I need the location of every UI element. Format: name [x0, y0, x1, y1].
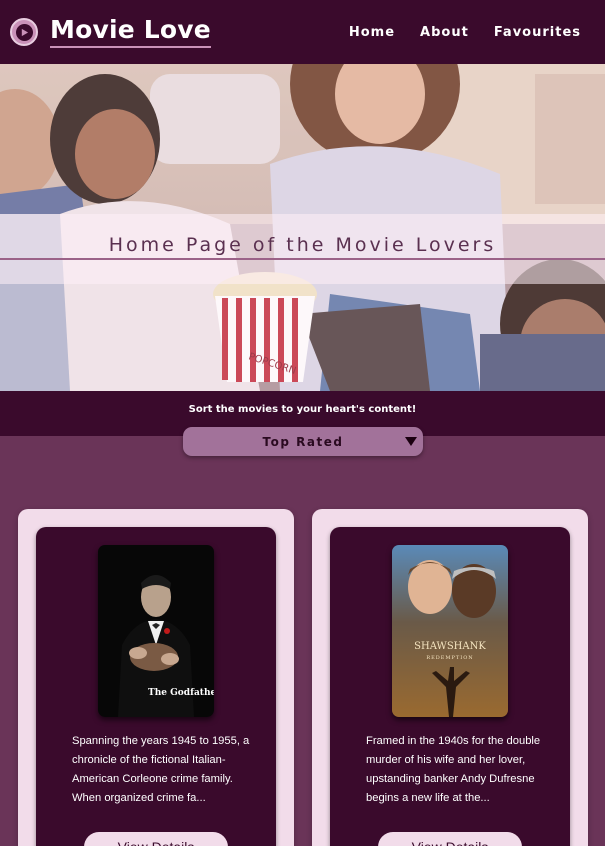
hero-banner: POPCORN Home Page of the Movie Lovers — [0, 64, 605, 391]
sort-label: Sort the movies to your heart's content! — [188, 404, 417, 415]
movie-description: Framed in the 1940s for the double murde… — [366, 735, 541, 804]
movie-card-body: The Godfather Spanning the years 1945 to… — [36, 527, 276, 846]
hero-divider — [0, 258, 605, 260]
nav-about-link[interactable]: About — [420, 25, 469, 40]
page-title: Home Page of the Movie Lovers — [108, 234, 497, 256]
sort-dropdown[interactable]: Top Rated — [183, 427, 423, 456]
view-details-button[interactable]: View Details — [84, 832, 228, 846]
shawshank-poster-image: SHAWSHANK REDEMPTION — [392, 545, 508, 717]
movie-card: SHAWSHANK REDEMPTION Framed in the 1940s… — [312, 509, 588, 846]
nav-favourites-link[interactable]: Favourites — [494, 25, 581, 40]
poster-subtitle-text: REDEMPTION — [426, 655, 473, 661]
movie-description: Spanning the years 1945 to 1955, a chron… — [72, 735, 250, 804]
movie-card-body: SHAWSHANK REDEMPTION Framed in the 1940s… — [330, 527, 570, 846]
godfather-poster-image: The Godfather — [98, 545, 214, 717]
movie-poster[interactable]: The Godfather — [98, 545, 214, 717]
movie-poster[interactable]: SHAWSHANK REDEMPTION — [392, 545, 508, 717]
brand-logo[interactable]: Movie Love — [10, 16, 211, 48]
top-navbar: Movie Love Home About Favourites — [0, 0, 605, 64]
movie-card: The Godfather Spanning the years 1945 to… — [18, 509, 294, 846]
nav-home-link[interactable]: Home — [349, 25, 395, 40]
chevron-down-icon — [405, 437, 417, 446]
brand-name[interactable]: Movie Love — [50, 16, 211, 48]
sort-selected-value: Top Rated — [262, 434, 344, 449]
poster-title-text: The Godfather — [148, 688, 214, 698]
main-nav: Home About Favourites — [349, 0, 581, 64]
play-icon — [10, 18, 38, 46]
poster-title-text: SHAWSHANK — [414, 641, 486, 652]
view-details-button[interactable]: View Details — [378, 832, 522, 846]
